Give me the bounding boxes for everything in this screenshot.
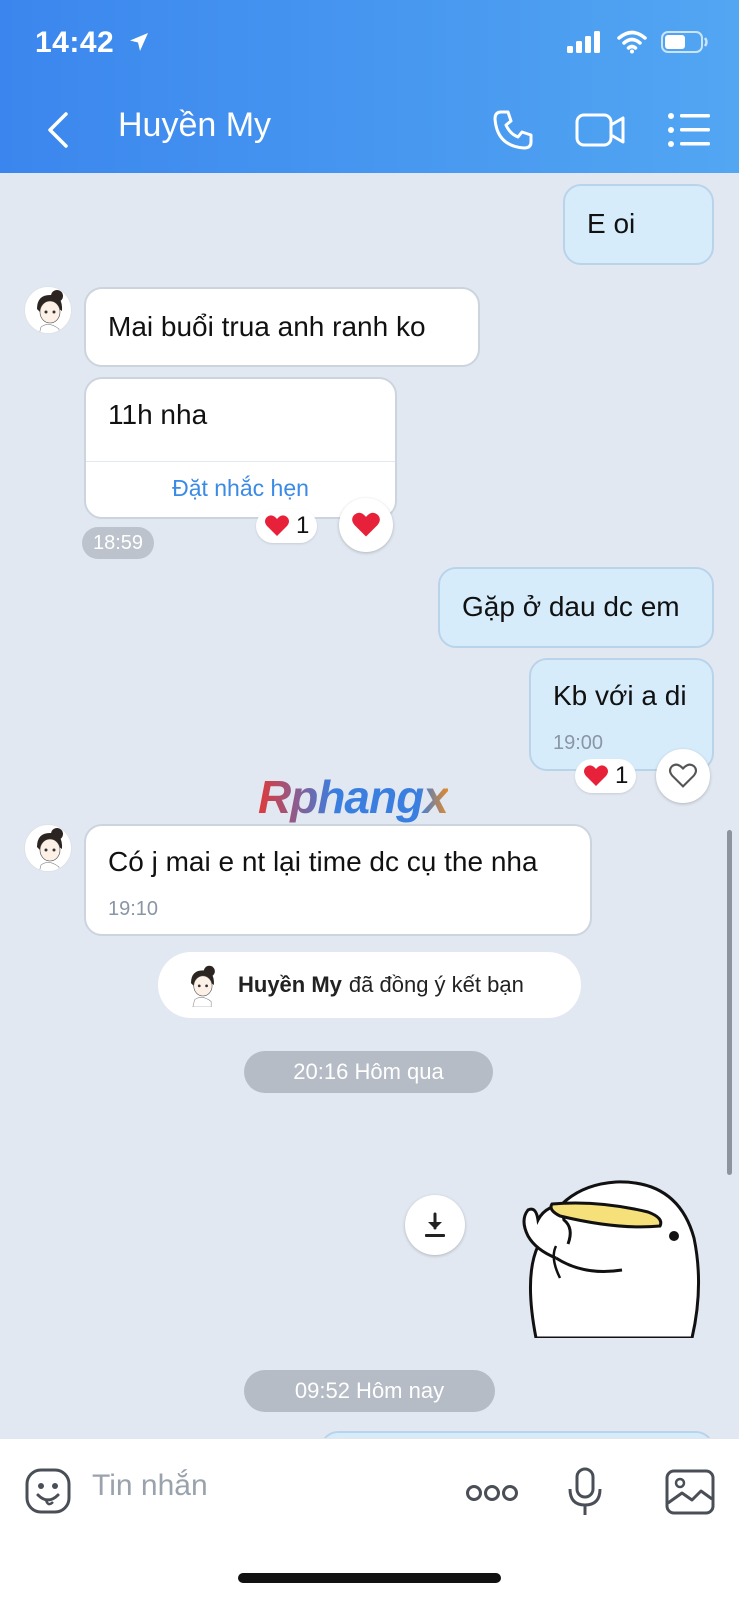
message-text: Mai buổi trua anh ranh ko — [108, 311, 426, 342]
contact-name[interactable]: Huyền My — [118, 106, 271, 145]
emoji-icon[interactable] — [24, 1467, 72, 1515]
message-text: Gặp ở dau dc em — [462, 591, 680, 622]
message-incoming[interactable]: Mai buổi trua anh ranh ko — [84, 287, 480, 367]
message-text: Có j mai e nt lại time dc cụ the nha — [108, 846, 538, 877]
heart-icon — [352, 512, 380, 537]
avatar-illustration — [37, 290, 63, 333]
message-outgoing[interactable]: E oi — [563, 184, 714, 265]
signal-icon — [567, 31, 600, 53]
set-reminder-link[interactable]: Đặt nhắc hẹn — [86, 475, 395, 502]
contact-avatar[interactable] — [24, 286, 72, 334]
phone-icon[interactable] — [491, 108, 535, 152]
message-text: 11h nha — [108, 399, 208, 430]
reaction-summary[interactable]: 1 — [256, 509, 318, 543]
friend-name: Huyền My — [238, 972, 342, 997]
message-input[interactable]: Tin nhắn — [92, 1469, 208, 1503]
reaction-summary[interactable]: 1 — [575, 759, 637, 793]
react-button[interactable] — [339, 498, 393, 552]
friend-accept-text: đã đồng ý kết bạn — [348, 972, 524, 997]
avatar-illustration — [191, 965, 215, 1007]
message-time: 19:10 — [108, 898, 159, 920]
chat-header: 14:42 Huyền My — [0, 0, 739, 173]
message-incoming-with-action[interactable]: 11h nha Đặt nhắc hẹn — [84, 377, 397, 519]
image-icon[interactable] — [665, 1469, 715, 1515]
time-divider: 20:16 Hôm qua — [244, 1051, 493, 1093]
heart-icon — [584, 765, 608, 786]
download-icon — [425, 1212, 445, 1237]
message-time: 18:59 — [82, 527, 154, 559]
divider — [86, 461, 395, 462]
status-indicators — [567, 30, 709, 54]
watermark: Rphangx — [258, 770, 449, 824]
more-icon[interactable] — [465, 1483, 519, 1503]
message-text: E oi — [587, 208, 636, 239]
reaction-count: 1 — [615, 762, 629, 789]
download-button[interactable] — [405, 1195, 465, 1255]
friend-accepted-notice: Huyền My đã đồng ý kết bạn — [158, 952, 581, 1018]
sticker-image[interactable] — [498, 1166, 718, 1338]
menu-icon[interactable] — [667, 112, 711, 148]
message-text: Kb với a di — [553, 680, 687, 711]
video-icon[interactable] — [575, 110, 627, 150]
contact-avatar[interactable] — [24, 824, 72, 872]
status-time: 14:42 — [35, 26, 151, 60]
microphone-icon[interactable] — [567, 1467, 603, 1517]
battery-icon — [661, 31, 708, 53]
location-arrow-icon — [130, 33, 149, 51]
react-button[interactable] — [656, 749, 710, 803]
wifi-icon — [617, 30, 647, 54]
message-time: 19:00 — [553, 732, 604, 754]
heart-outline-icon — [668, 763, 698, 788]
time-divider: 09:52 Hôm nay — [244, 1370, 495, 1412]
heart-icon — [265, 515, 289, 536]
avatar-illustration — [37, 828, 63, 871]
scrollbar[interactable] — [727, 830, 732, 1175]
message-outgoing[interactable]: Gặp ở dau dc em — [438, 567, 714, 648]
watermark-text: Rphangx — [258, 771, 449, 823]
back-icon[interactable] — [40, 108, 76, 152]
status-time-text: 14:42 — [35, 26, 115, 59]
header-actions — [491, 108, 711, 152]
reaction-count: 1 — [296, 512, 310, 539]
home-indicator — [238, 1573, 501, 1583]
message-incoming[interactable]: Có j mai e nt lại time dc cụ the nha 19:… — [84, 824, 592, 936]
